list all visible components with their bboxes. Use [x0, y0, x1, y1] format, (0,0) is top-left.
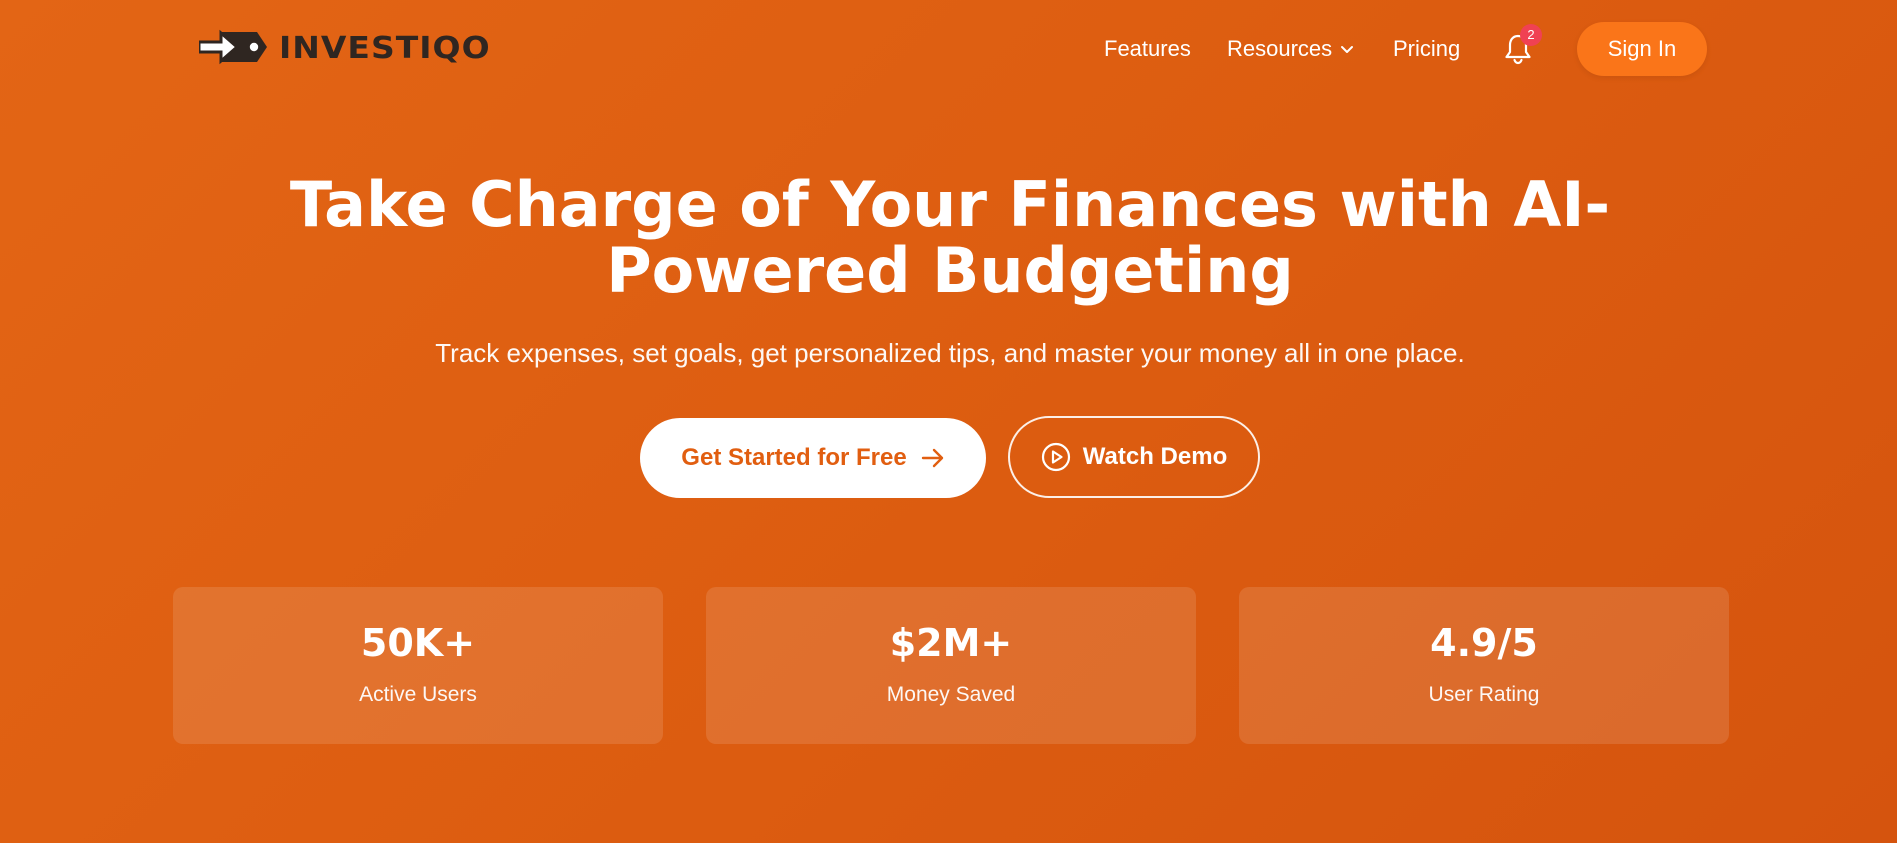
stat-card-users: 50K+ Active Users	[173, 587, 663, 744]
hero-title: Take Charge of Your Finances with AI-Pow…	[289, 168, 1611, 307]
watch-demo-button[interactable]: Watch Demo	[1008, 416, 1260, 498]
landing-page: INVESTIQO Features Resources Pricing 2 S…	[0, 0, 1897, 843]
nav-link-features[interactable]: Features	[1104, 36, 1191, 62]
stat-label: Money Saved	[886, 683, 1016, 706]
brand-name: INVESTIQO	[279, 29, 491, 65]
stat-label: Active Users	[359, 683, 477, 706]
stat-value: $2M+	[889, 621, 1013, 665]
top-navbar: INVESTIQO Features Resources Pricing 2 S…	[0, 0, 1897, 100]
play-circle-icon	[1041, 442, 1070, 472]
nav-link-resources[interactable]: Resources	[1227, 36, 1354, 62]
arrow-right-icon	[921, 448, 943, 468]
nav-link-resources-label: Resources	[1227, 36, 1333, 61]
stat-card-money-saved: $2M+ Money Saved	[706, 587, 1196, 744]
stat-value: 4.9/5	[1430, 621, 1538, 665]
nav-link-pricing[interactable]: Pricing	[1393, 36, 1460, 62]
get-started-label: Get Started for Free	[681, 444, 907, 471]
stat-value: 50K+	[360, 621, 476, 665]
brand-logo[interactable]: INVESTIQO	[199, 26, 491, 68]
get-started-button[interactable]: Get Started for Free	[640, 418, 986, 498]
arrow-tag-logo-icon	[199, 29, 267, 65]
notification-badge: 2	[1520, 24, 1542, 46]
watch-demo-label: Watch Demo	[1082, 443, 1228, 470]
stat-label: User Rating	[1428, 683, 1540, 706]
hero-subtitle: Track expenses, set goals, get personali…	[435, 338, 1465, 368]
sign-in-button[interactable]: Sign In	[1577, 22, 1707, 76]
chevron-down-icon	[1341, 46, 1354, 53]
stat-card-rating: 4.9/5 User Rating	[1239, 587, 1729, 744]
